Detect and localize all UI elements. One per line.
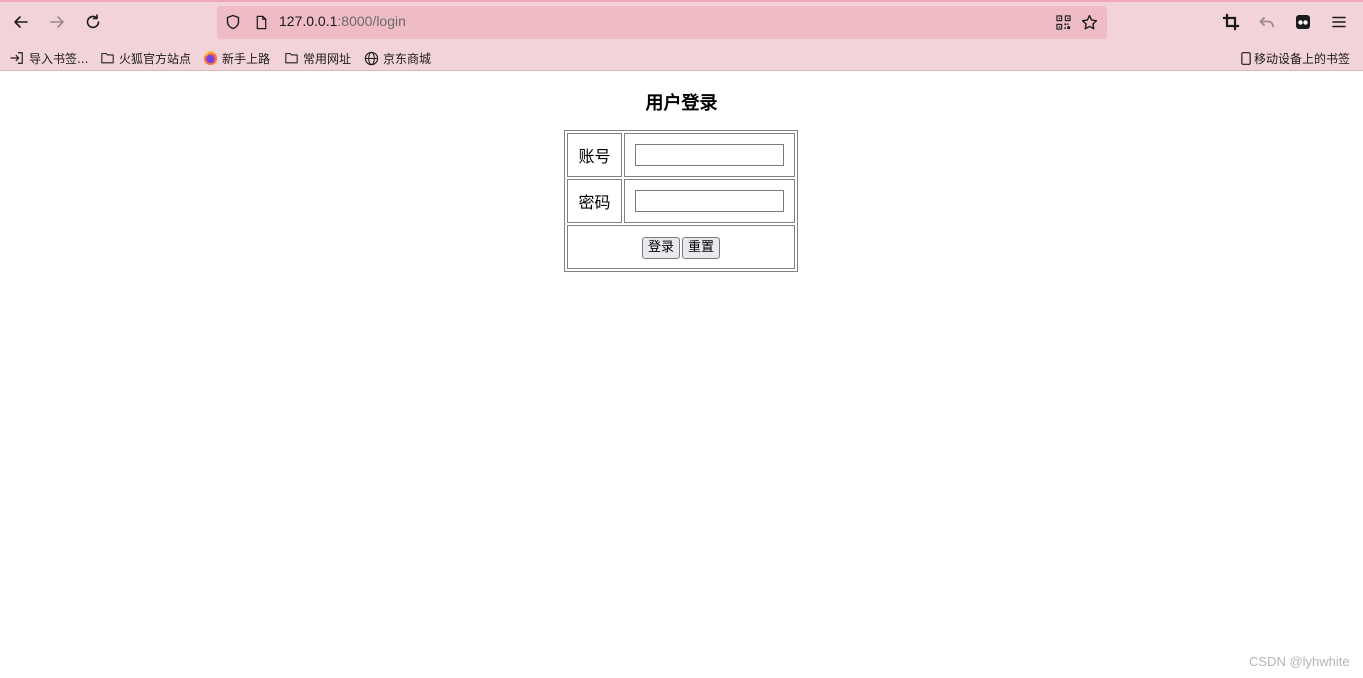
bookmark-item[interactable]: 火狐官方站点 (99, 48, 191, 68)
reload-icon (86, 14, 100, 29)
import-icon (9, 50, 25, 66)
password-cell (624, 179, 795, 223)
account-row: 账号 (567, 133, 795, 177)
firefox-icon (202, 50, 218, 66)
back-button[interactable] (5, 6, 37, 38)
actions-row: 登录 重置 (567, 225, 795, 269)
address-bar[interactable]: 127.0.0.1:8000/login (217, 6, 1107, 39)
navigation-toolbar: 127.0.0.1:8000/login (0, 2, 1363, 42)
mobile-bookmarks-label: 移动设备上的书签 (1254, 51, 1351, 66)
account-label: 账号 (567, 133, 622, 177)
page-content: 用户登录 账号 密码 登录 重置 CSDN @lyhwhite (0, 71, 1363, 678)
password-row: 密码 (567, 179, 795, 223)
browser-chrome: 127.0.0.1:8000/login 导入书签... 火狐官方站点 新手上路… (0, 0, 1363, 71)
url-text[interactable]: 127.0.0.1:8000/login (279, 13, 406, 29)
bookmark-label: 新手上路 (222, 51, 271, 66)
folder-icon (99, 50, 115, 66)
bookmark-item[interactable]: 新手上路 (202, 48, 270, 68)
login-button[interactable]: 登录 (641, 236, 680, 259)
password-label: 密码 (567, 179, 622, 223)
bookmark-label: 导入书签... (29, 51, 89, 66)
bookmark-label: 京东商城 (383, 51, 432, 66)
page-info-icon[interactable] (251, 12, 271, 32)
extension-icon (1296, 15, 1310, 29)
undo-arrow-icon (1259, 17, 1274, 28)
screenshot-button[interactable] (1215, 6, 1247, 38)
crop-icon (1222, 13, 1240, 31)
bookmark-item[interactable]: 常用网址 (283, 48, 351, 68)
url-host: 127.0.0.1 (279, 13, 338, 29)
hamburger-menu-icon (1332, 16, 1346, 28)
bookmarks-toolbar: 导入书签... 火狐官方站点 新手上路 常用网址 京东商城 移动设备上的书签 (0, 45, 1363, 71)
folder-icon (283, 50, 299, 66)
extension-button[interactable] (1287, 6, 1319, 38)
page-title: 用户登录 (645, 93, 718, 114)
bookmark-star-icon[interactable] (1079, 12, 1099, 32)
bookmark-label: 常用网址 (303, 51, 352, 66)
bookmark-label: 火狐官方站点 (119, 51, 192, 66)
undo-button[interactable] (1251, 6, 1283, 38)
account-input[interactable] (635, 144, 784, 166)
tracking-protection-icon[interactable] (223, 12, 243, 32)
qr-code-icon[interactable] (1053, 12, 1073, 32)
bookmark-item[interactable]: 导入书签... (9, 48, 88, 68)
account-cell (624, 133, 795, 177)
mobile-device-icon (1240, 50, 1252, 66)
actions-cell: 登录 重置 (567, 225, 795, 269)
globe-icon (363, 50, 379, 66)
forward-button[interactable] (41, 6, 73, 38)
mobile-bookmarks[interactable]: 移动设备上的书签 (1240, 48, 1350, 68)
watermark: CSDN @lyhwhite (1249, 654, 1350, 669)
login-table: 账号 密码 登录 重置 (564, 130, 798, 272)
password-input[interactable] (635, 190, 784, 212)
bookmark-item[interactable]: 京东商城 (363, 48, 431, 68)
back-arrow-icon (14, 16, 28, 28)
menu-button[interactable] (1323, 6, 1355, 38)
reload-button[interactable] (77, 6, 109, 38)
reset-button[interactable]: 重置 (682, 236, 721, 259)
forward-arrow-icon (50, 16, 64, 28)
url-path: :8000/login (337, 13, 406, 29)
